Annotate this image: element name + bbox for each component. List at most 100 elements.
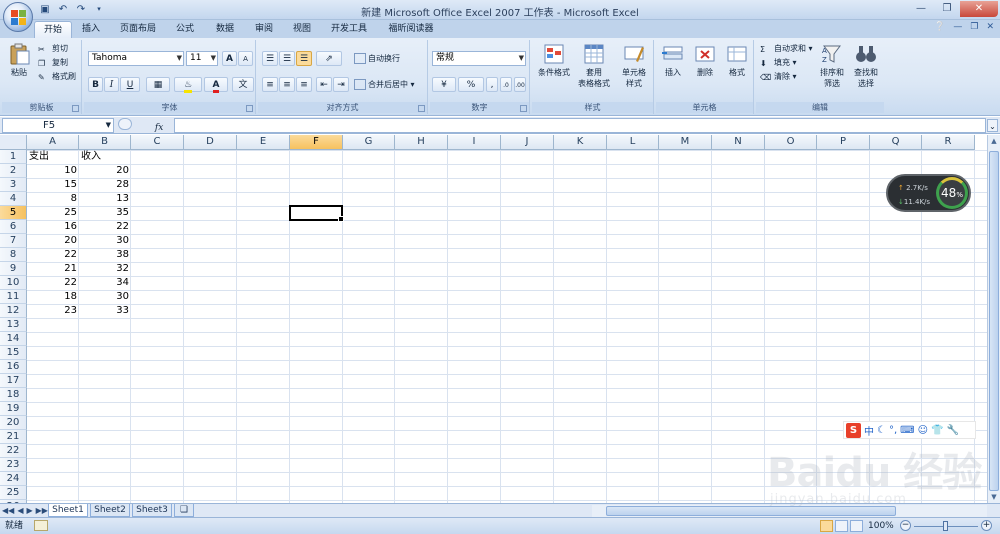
number-format-combo[interactable]: 常规 ▼ [432,51,526,66]
dialog-launcher-icon[interactable] [72,105,79,112]
cell-styles-button[interactable]: 单元格 样式 [616,43,652,89]
page-layout-view-icon[interactable] [835,520,848,532]
column-header[interactable]: A [27,135,79,150]
macro-record-icon[interactable] [34,520,48,531]
orientation-button[interactable]: ⇗ [316,51,342,66]
cell-A8[interactable]: 22 [27,248,79,262]
fill-button[interactable]: ⬇ 填充 ▾ [760,56,797,69]
zoom-slider[interactable]: − + [898,520,996,533]
align-top-button[interactable]: ☰ [262,51,278,66]
column-header[interactable]: G [343,135,395,150]
last-sheet-icon[interactable]: ▶▶ [36,504,48,517]
cell-A10[interactable]: 22 [27,276,79,290]
comma-button[interactable]: , [486,77,498,92]
cell-A12[interactable]: 23 [27,304,79,318]
sheet-tab-sheet2[interactable]: Sheet2 [90,504,130,517]
cell-A1[interactable]: 支出 [27,150,79,164]
sheet-tab-sheet3[interactable]: Sheet3 [132,504,172,517]
column-header[interactable]: B [79,135,131,150]
column-header[interactable]: E [237,135,290,150]
font-size-combo[interactable]: 11 ▼ [186,51,218,66]
phonetic-button[interactable]: 文 [232,77,254,92]
bold-button[interactable]: B [88,77,103,92]
insert-sheet-button[interactable]: ❏ [174,504,194,517]
moon-icon[interactable]: ☾ [877,425,886,436]
tab-view[interactable]: 视图 [287,21,317,37]
cut-button[interactable]: ✂ 剪切 [38,42,68,55]
cell-B11[interactable]: 30 [79,290,131,304]
dialog-launcher-icon[interactable] [246,105,253,112]
tab-formulas[interactable]: 公式 [170,21,200,37]
currency-button[interactable]: ¥ [432,77,456,92]
cell-B4[interactable]: 13 [79,192,131,206]
cell-A7[interactable]: 20 [27,234,79,248]
tab-insert[interactable]: 插入 [76,21,106,37]
column-header[interactable]: O [765,135,817,150]
increase-indent-button[interactable]: ⇥ [333,77,349,92]
paste-button[interactable]: 粘贴 [4,43,34,78]
prev-sheet-icon[interactable]: ◀ [17,504,23,517]
tab-data[interactable]: 数据 [210,21,240,37]
row-header[interactable]: 8 [0,248,27,262]
cell-B2[interactable]: 20 [79,164,131,178]
cell-A4[interactable]: 8 [27,192,79,206]
normal-view-icon[interactable] [820,520,833,532]
zoom-knob[interactable] [943,521,948,531]
cell-B7[interactable]: 30 [79,234,131,248]
align-left-button[interactable]: ≡ [262,77,278,92]
tab-review[interactable]: 审阅 [249,21,279,37]
row-header[interactable]: 9 [0,262,27,276]
decrease-indent-button[interactable]: ⇤ [316,77,332,92]
cell-B10[interactable]: 34 [79,276,131,290]
fill-color-button[interactable]: ♨ [174,77,202,93]
tab-developer[interactable]: 开发工具 [327,21,371,37]
column-header[interactable]: P [817,135,870,150]
grow-font-button[interactable]: A [222,51,237,66]
row-header[interactable]: 3 [0,178,27,192]
cell-B9[interactable]: 32 [79,262,131,276]
column-header[interactable]: L [607,135,659,150]
row-header[interactable]: 24 [0,472,27,486]
dialog-launcher-icon[interactable] [520,105,527,112]
row-header[interactable]: 15 [0,346,27,360]
autosum-button[interactable]: Σ 自动求和 ▾ [760,42,813,55]
next-sheet-icon[interactable]: ▶ [26,504,32,517]
cell-B12[interactable]: 33 [79,304,131,318]
italic-button[interactable]: I [104,77,119,92]
row-header[interactable]: 6 [0,220,27,234]
column-header[interactable]: K [554,135,607,150]
increase-decimal-button[interactable]: .0 [500,77,512,92]
keyboard-icon[interactable]: ⌨ [900,425,914,436]
row-header[interactable]: 17 [0,374,27,388]
ime-mode[interactable]: 中 [864,423,874,438]
shrink-font-button[interactable]: A [238,51,253,66]
page-break-view-icon[interactable] [850,520,863,532]
row-header[interactable]: 1 [0,150,27,164]
cell-A6[interactable]: 16 [27,220,79,234]
row-header[interactable]: 12 [0,304,27,318]
row-header[interactable]: 19 [0,402,27,416]
cell-B6[interactable]: 22 [79,220,131,234]
user-icon[interactable]: ☺ [918,425,928,436]
zoom-level[interactable]: 100% [868,520,894,533]
row-header[interactable]: 10 [0,276,27,290]
row-header[interactable]: 13 [0,318,27,332]
format-as-table-button[interactable]: 套用 表格格式 [574,43,614,89]
row-header[interactable]: 21 [0,430,27,444]
cell-B5[interactable]: 35 [79,206,131,220]
network-speed-widget[interactable]: ↑ 2.7K/s ↓11.4K/s 48% [886,174,971,212]
font-color-button[interactable]: A [204,77,228,93]
column-header[interactable]: I [448,135,501,150]
name-box[interactable]: F5 ▼ [2,118,114,133]
cell-B8[interactable]: 38 [79,248,131,262]
sheet-tab-sheet1[interactable]: Sheet1 [48,504,88,517]
ribbon-restore-icon[interactable]: ❐ [970,22,978,32]
decrease-decimal-button[interactable]: .00 [514,77,526,92]
format-painter-button[interactable]: ✎ 格式刷 [38,70,76,83]
column-header[interactable]: H [395,135,448,150]
minimize-icon[interactable]: — [908,1,934,17]
dialog-launcher-icon[interactable] [418,105,425,112]
help-icon[interactable]: ❔ [934,22,945,32]
row-header[interactable]: 7 [0,234,27,248]
cell-A11[interactable]: 18 [27,290,79,304]
